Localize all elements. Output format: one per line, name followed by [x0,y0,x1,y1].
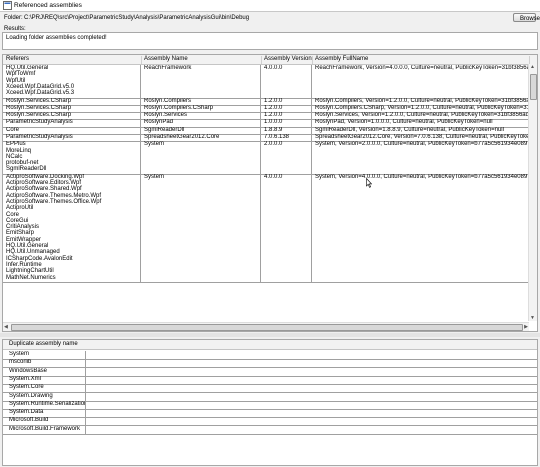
assembly-version-cell: 1.2.0.0 [261,112,312,120]
scroll-down-icon[interactable]: ▼ [530,315,535,321]
folder-label: Folder: [4,15,23,21]
duplicate-assembly-name: Microsoft.Build.Framework [9,425,86,434]
scroll-right-icon[interactable]: ▶ [524,324,528,330]
referers-cell: ActiproSoftware.Docking.Wpf ActiproSoftwa… [3,173,141,282]
window-title: Referenced assemblies [14,2,82,9]
assembly-version-cell: 1.0.0.0 [261,119,312,127]
assembly-fullname-cell: System, Version=2.0.0.0, Culture=neutral… [312,141,529,174]
column-header-assembly-name[interactable]: Assembly Name [141,56,262,64]
assembly-fullname-cell: Roslyn.Compilers, Version=1.2.0.0, Cultu… [312,97,529,105]
assembly-fullname-cell: Roslyn.Compilers.CSharp, Version=1.2.0.0… [312,104,529,113]
vertical-scroll-thumb[interactable] [530,74,537,100]
column-header-duplicate-assembly-name[interactable]: Duplicate assembly name [9,341,78,347]
assembly-fullname-cell: RoslynPad, Version=1.0.0.0, Culture=neut… [312,119,529,127]
referers-cell: Roslyn.Services.CSharp [3,97,141,105]
referers-cell: ParametricStudyAnalysis [3,134,141,142]
scroll-up-icon[interactable]: ▲ [530,64,535,70]
referer-item: Core [6,126,20,133]
assembly-name-cell: Roslyn.Services [141,112,261,120]
assembly-name-cell: System [141,141,261,174]
assembly-version-cell: 4.0.0.0 [261,65,312,98]
window-app-icon [3,1,12,10]
assembly-name-cell: SgmlReaderDll [141,126,261,134]
assembly-fullname-cell: SgmlReaderDll, Version=1.8.8.9, Culture=… [312,126,529,134]
referers-cell: ParametricStudyAnalysis [3,119,141,127]
assembly-fullname-cell: SpreadsheetGear2012.Core, Version=7.0.6.… [312,134,529,142]
referer-item: MathNet.Numerics [6,274,56,281]
assembly-version-cell: 2.0.0.0 [261,141,312,174]
results-text: Loading folder assemblies completed! [6,35,107,41]
duplicates-grid[interactable]: Duplicate assembly name System mscorlib Wi… [2,339,538,466]
referers-cell: Roslyn.Services.CSharp [3,112,141,120]
table-row[interactable]: EPPlus MoreLinq NCalc protobuf-net SgmlReade… [3,141,529,175]
referers-cell: Roslyn.Services.CSharp [3,104,141,113]
browse-button[interactable]: Browse [513,13,540,22]
assembly-name-cell: Roslyn.Compilers.CSharp [141,104,261,113]
column-header-referers[interactable]: Referers [3,56,142,64]
horizontal-scroll-thumb[interactable] [11,324,523,331]
scroll-left-icon[interactable]: ◀ [4,324,8,330]
assembly-version-cell: 1.8.8.9 [261,126,312,134]
referer-item: Roslyn.Services.CSharp [6,112,72,119]
duplicate-row[interactable]: Microsoft.Build.Framework [3,425,537,435]
mouse-cursor-icon [366,178,372,188]
referers-cell: HQ.Util.General WpfToWmf WpfUtil Xceed.Wpf.… [3,65,141,98]
referer-item: ParametricStudyAnalysis [6,134,73,140]
referers-cell: Core [3,126,141,134]
referer-item: Xceed.Wpf.DataGrid.v5.3 [6,90,75,97]
assembly-name-cell: ReachFramework [141,65,261,98]
grid-header: Referers Assembly Name Assembly Version … [3,55,537,65]
table-row[interactable]: ActiproSoftware.Docking.Wpf ActiproSoftwa… [3,173,529,283]
results-textbox[interactable]: Loading folder assemblies completed! [2,32,538,50]
grid-horizontal-scrollbar[interactable]: ◀ ▶ [3,322,529,331]
referer-item: Roslyn.Services.CSharp [6,97,72,104]
referer-item: ParametricStudyAnalysis [6,119,73,126]
referers-cell: EPPlus MoreLinq NCalc protobuf-net SgmlReade… [3,141,141,174]
grid-vertical-scrollbar[interactable]: ▲ ▼ [528,64,537,321]
assemblies-grid[interactable]: Referers Assembly Name Assembly Version … [2,54,538,332]
assembly-name-cell: System [141,173,261,282]
folder-path-field[interactable]: C:\PRJ\REQ\src\Project\ParametricStudy\A… [24,15,249,21]
assembly-name-cell: SpreadsheetGear2012.Core [141,134,261,142]
folder-row: Folder: C:\PRJ\REQ\src\Project\Parametri… [2,13,540,23]
assembly-version-cell: 7.0.6.138 [261,134,312,142]
assembly-fullname-cell: Roslyn.Services, Version=1.2.0.0, Cultur… [312,112,529,120]
grid-splitter[interactable] [0,333,540,337]
referer-item: SgmlReaderDll [6,166,47,173]
assembly-version-cell: 1.2.0.0 [261,97,312,105]
column-header-assembly-fullname[interactable]: Assembly FullName [312,56,530,64]
title-bar: Referenced assemblies [0,0,540,12]
assembly-fullname-cell: ReachFramework, Version=4.0.0.0, Culture… [312,65,529,98]
assembly-name-cell: RoslynPad [141,119,261,127]
assembly-version-cell: 1.2.0.0 [261,104,312,113]
referer-item: Roslyn.Services.CSharp [6,104,72,111]
assembly-version-cell: 4.0.0.0 [261,173,312,282]
duplicates-header: Duplicate assembly name [3,340,537,350]
column-header-assembly-version[interactable]: Assembly Version [261,56,313,64]
table-row[interactable]: HQ.Util.General WpfToWmf WpfUtil Xceed.Wpf.… [3,65,529,99]
assembly-fullname-cell: System, Version=4.0.0.0, Culture=neutral… [312,173,529,282]
assembly-name-cell: Roslyn.Compilers [141,97,261,105]
